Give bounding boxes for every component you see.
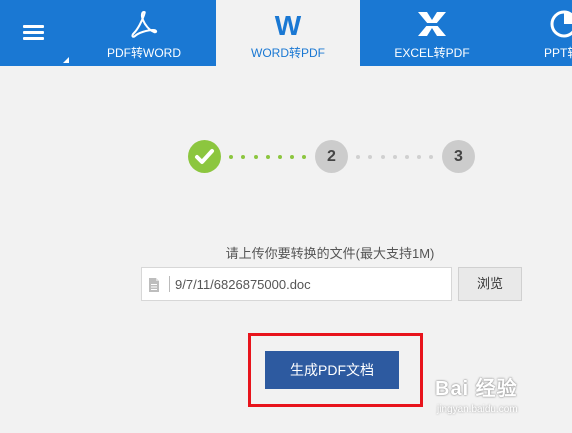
tab-label: PDF转WORD [107, 46, 181, 60]
tab-label: PPT转PDF [544, 46, 572, 60]
watermark-logo-text: Bai 经验 [435, 378, 518, 400]
hamburger-icon [23, 25, 44, 41]
svg-text:W: W [275, 10, 302, 39]
tab-label: WORD转PDF [251, 46, 325, 60]
tab-excel-to-pdf[interactable]: EXCEL转PDF [360, 0, 504, 66]
file-path-input[interactable]: 9/7/11/6826875000.doc [141, 267, 452, 301]
step-connector [229, 155, 309, 159]
tab-ppt-to-pdf[interactable]: PPT转PDF [504, 0, 572, 66]
baidu-jingyan-watermark: Bai 经验 jingyan.baidu.com [435, 368, 569, 428]
generate-pdf-button[interactable]: 生成PDF文档 [265, 351, 399, 389]
file-path-value: 9/7/11/6826875000.doc [175, 277, 311, 292]
word-icon: W [275, 10, 302, 39]
upload-hint: 请上传你要转换的文件(最大支持1M) [225, 246, 435, 261]
tab-label: EXCEL转PDF [394, 46, 470, 60]
top-nav: PDF转WORD W WORD转PDF EXCEL转PDF PPT转PDF [0, 0, 572, 66]
document-icon [149, 278, 159, 292]
corner-indicator-icon [63, 57, 69, 63]
menu-button[interactable] [0, 0, 72, 66]
step-1-done [188, 140, 221, 173]
ppt-icon [550, 10, 572, 38]
tab-word-to-pdf[interactable]: W WORD转PDF [216, 0, 360, 66]
excel-icon [416, 12, 448, 36]
step-progress: 2 3 [0, 140, 572, 176]
step-connector [356, 155, 436, 159]
tab-pdf-to-word[interactable]: PDF转WORD [72, 0, 216, 66]
check-icon [195, 149, 214, 164]
watermark-url: jingyan.baidu.com [437, 404, 518, 415]
field-separator [169, 276, 170, 292]
browse-button[interactable]: 浏览 [458, 267, 522, 301]
step-3: 3 [442, 140, 475, 173]
acrobat-icon [131, 11, 158, 38]
step-2: 2 [315, 140, 348, 173]
